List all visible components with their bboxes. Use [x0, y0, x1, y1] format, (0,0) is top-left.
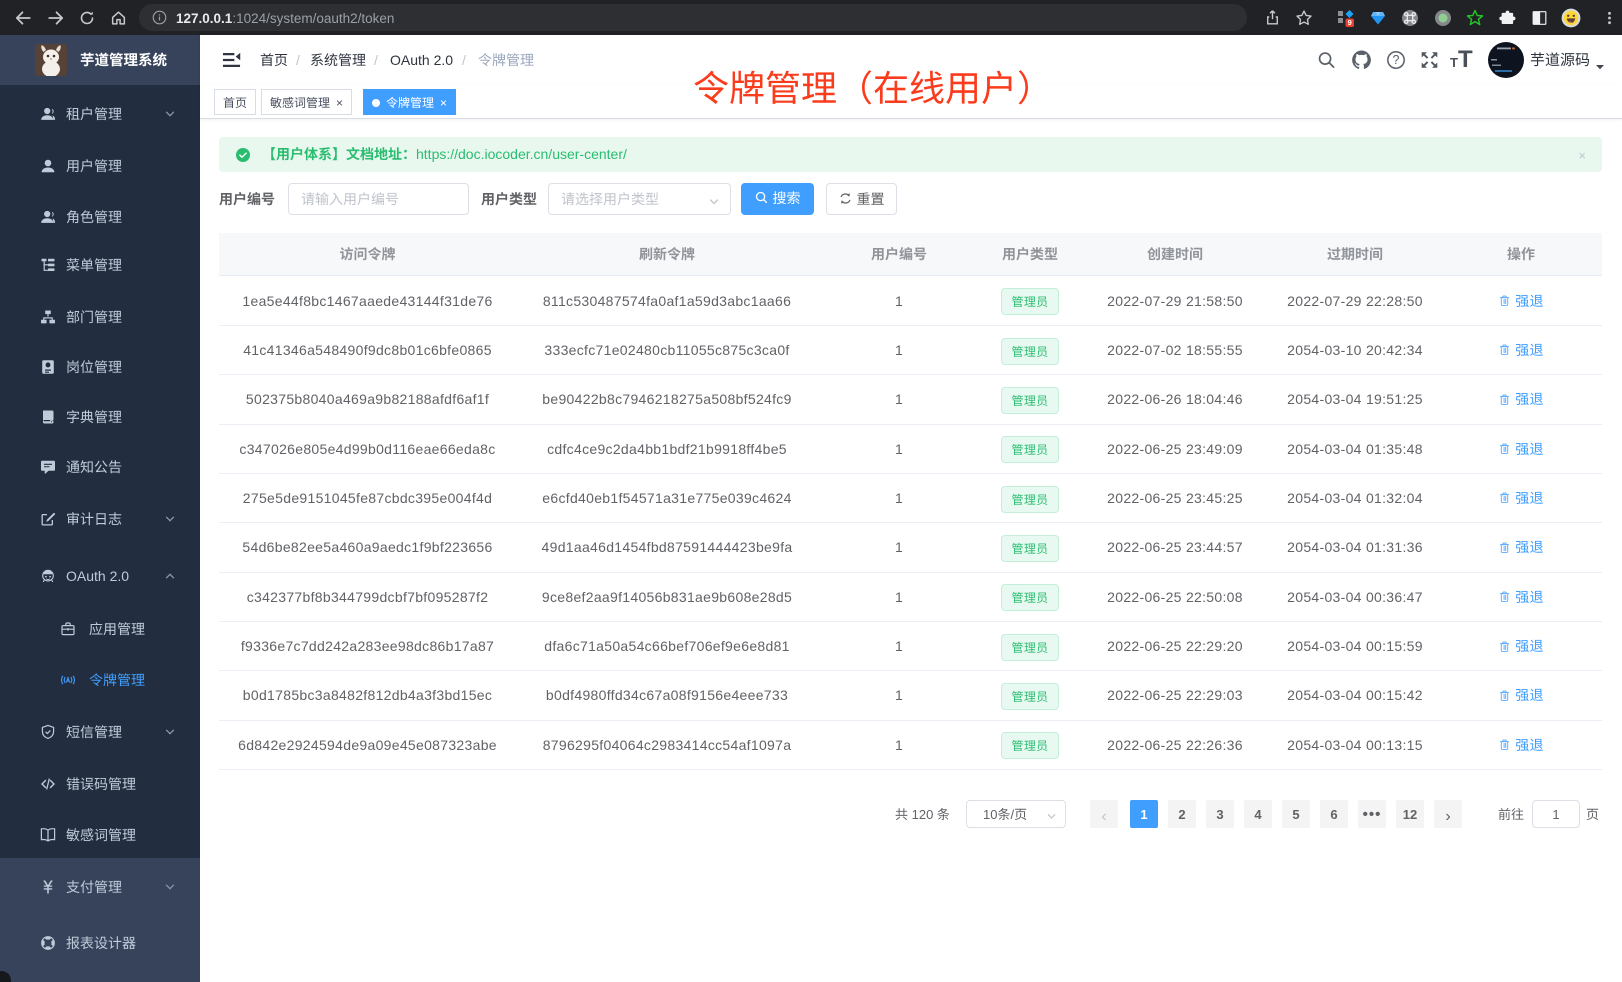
svg-text:?: ?	[1393, 53, 1400, 67]
svg-text:9: 9	[1348, 18, 1352, 27]
